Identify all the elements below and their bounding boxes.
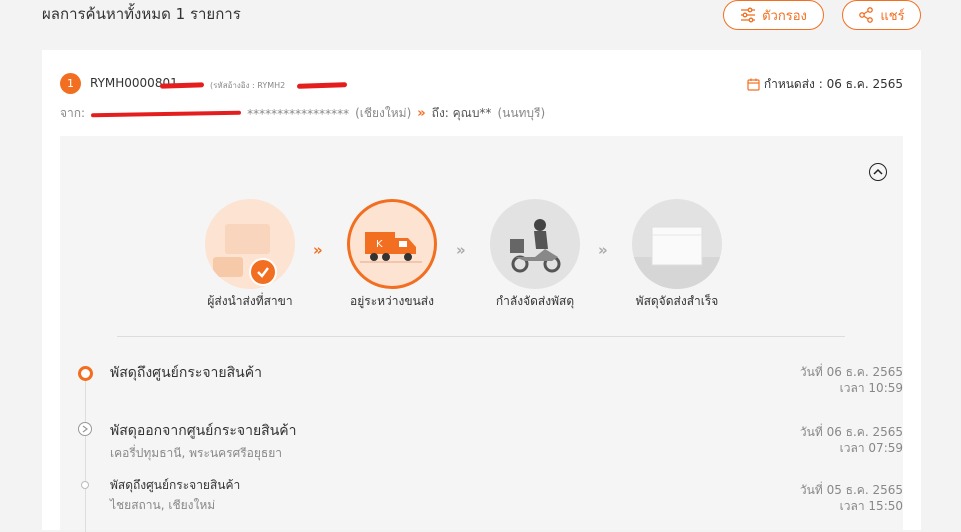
chevron-right-icon: » — [456, 241, 466, 259]
divider — [117, 336, 845, 337]
event-time: เวลา 15:50 — [839, 499, 903, 513]
step-label: พัสดุจัดส่งสำเร็จ — [635, 294, 719, 308]
due-date-label: กำหนดส่ง : 06 ธ.ค. 2565 — [763, 77, 903, 91]
order-index-badge: 1 — [60, 73, 81, 94]
to-city: (นนทบุรี) — [497, 106, 546, 120]
to-recipient: ถึง: คุณบ** — [431, 106, 492, 120]
due-date: กำหนดส่ง : 06 ธ.ค. 2565 — [747, 75, 903, 94]
redaction-mark — [91, 110, 242, 117]
share-label: แชร์ — [880, 8, 905, 24]
step-label: อยู่ระหว่างขนส่ง — [350, 294, 434, 308]
parcel-box-icon — [632, 199, 722, 289]
event-location: เคอรี่ปทุมธานี, พระนครศรีอยุธยา — [110, 446, 282, 460]
timeline-event: พัสดุออกจากศูนย์กระจายสินค้า เคอรี่ปทุมธ… — [78, 420, 903, 470]
timeline-dot-icon — [81, 481, 89, 489]
check-icon — [249, 258, 277, 286]
step-delivering: กำลังจัดส่งพัสดุ — [475, 199, 595, 311]
event-datetime: วันที่ 05 ธ.ค. 2565 เวลา 15:50 — [800, 482, 903, 514]
event-datetime: วันที่ 06 ธ.ค. 2565 เวลา 07:59 — [800, 424, 903, 456]
route-arrow-icon: » — [417, 106, 426, 121]
from-masked: ***************** — [247, 106, 350, 121]
timeline-current-dot-icon — [78, 366, 93, 381]
step-in-transit: K อยู่ระหว่างขนส่ง — [332, 199, 452, 311]
calendar-icon — [747, 78, 760, 91]
step-label: กำลังจัดส่งพัสดุ — [495, 294, 575, 308]
event-title: พัสดุถึงศูนย์กระจายสินค้า — [110, 365, 262, 381]
chevron-right-icon: » — [598, 241, 608, 259]
collapse-toggle[interactable] — [869, 163, 887, 181]
chevron-right-icon: » — [313, 241, 323, 259]
chevron-up-icon — [873, 168, 883, 175]
event-date: วันที่ 06 ธ.ค. 2565 — [799, 365, 903, 379]
reference-code: (รหัสอ้างอิง : RYMH2 — [210, 81, 286, 90]
motorcycle-courier-icon — [490, 199, 580, 289]
timeline-event: พัสดุถึงศูนย์กระจายสินค้า ไชยสถาน, เชียง… — [78, 476, 903, 526]
page-title: ผลการค้นหาทั้งหมด 1 รายการ — [42, 5, 241, 23]
redaction-mark — [159, 82, 205, 89]
result-card: 1 RYMH0000801 (รหัสอ้างอิง : RYMH2 กำหนด… — [42, 50, 921, 532]
timeline-event: พัสดุถึงศูนย์กระจายสินค้า วันที่ 06 ธ.ค.… — [78, 362, 903, 412]
redaction-mark — [296, 82, 348, 89]
share-button[interactable]: แชร์ — [842, 0, 921, 30]
event-title: พัสดุถึงศูนย์กระจายสินค้า — [110, 478, 241, 492]
tracking-panel: ผู้ส่งนำส่งที่สาขา » K อยู่ระหว่างขนส่ง … — [60, 136, 903, 532]
event-title: พัสดุออกจากศูนย์กระจายสินค้า — [110, 423, 297, 439]
filter-sliders-icon — [741, 7, 756, 23]
event-time: เวลา 10:59 — [839, 381, 903, 395]
filter-label: ตัวกรอง — [762, 8, 807, 24]
share-icon — [859, 7, 874, 23]
event-location: ไชยสถาน, เชียงใหม่ — [110, 498, 216, 512]
from-city: (เชียงใหม่) — [355, 106, 412, 120]
event-date: วันที่ 05 ธ.ค. 2565 — [799, 483, 903, 497]
truck-icon: K — [347, 199, 437, 289]
step-delivered: พัสดุจัดส่งสำเร็จ — [617, 199, 737, 311]
filter-button[interactable]: ตัวกรอง — [723, 0, 824, 30]
timeline-chevron-dot-icon — [78, 422, 92, 436]
event-date: วันที่ 06 ธ.ค. 2565 — [799, 425, 903, 439]
from-prefix: จาก: — [60, 106, 86, 120]
step-label: ผู้ส่งนำส่งที่สาขา — [207, 294, 293, 308]
route-info: จาก: ***************** (เชียงใหม่) » ถึง… — [60, 104, 545, 123]
event-time: เวลา 07:59 — [839, 441, 903, 455]
step-sender-dropoff: ผู้ส่งนำส่งที่สาขา — [190, 199, 310, 311]
event-datetime: วันที่ 06 ธ.ค. 2565 เวลา 10:59 — [800, 364, 903, 396]
svg-text:K: K — [376, 239, 383, 250]
